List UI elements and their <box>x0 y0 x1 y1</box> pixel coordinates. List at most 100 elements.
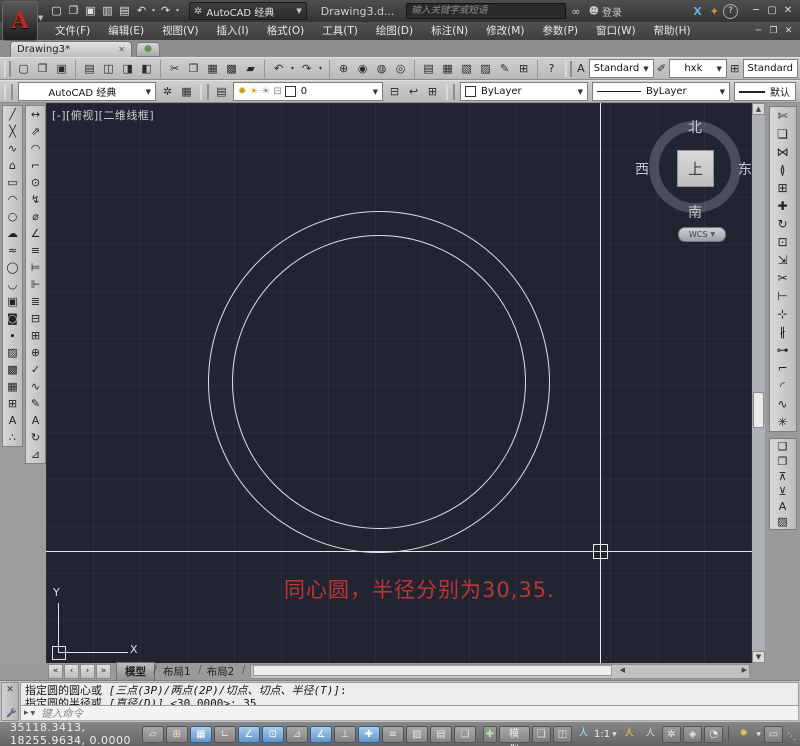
zoom-realtime-icon[interactable]: ◉ <box>353 60 372 78</box>
tab-layout1[interactable]: 布局1 <box>155 663 199 680</box>
search-icon[interactable]: ∞ <box>571 5 580 18</box>
compass-south[interactable]: 南 <box>688 202 702 222</box>
line-icon[interactable]: ╱ <box>3 106 22 123</box>
aligned-dimension-icon[interactable]: ⇗ <box>26 123 45 140</box>
menu-insert[interactable]: 插入(I) <box>207 22 257 40</box>
model-space-button[interactable]: 模型 <box>499 726 530 743</box>
layer-properties-icon[interactable]: ▤ <box>212 83 231 101</box>
linear-dimension-icon[interactable]: ↔ <box>26 106 45 123</box>
snap-toggle[interactable]: ⊞ <box>166 726 188 743</box>
send-to-back-icon[interactable]: ❐ <box>770 454 796 469</box>
spline-icon[interactable]: ≈ <box>3 242 22 259</box>
file-tab-drawing3[interactable]: Drawing3* ✕ <box>10 41 132 57</box>
quick-view-drawings-icon[interactable]: ◫ <box>553 726 572 743</box>
trim-icon[interactable]: ✂ <box>770 269 796 287</box>
chevron-down-icon[interactable]: ▼ <box>756 731 761 738</box>
isolate-objects-icon[interactable]: ◔ <box>704 726 723 743</box>
dimension-space-icon[interactable]: ≣ <box>26 293 45 310</box>
selection-cycling-toggle[interactable]: ❏ <box>454 726 476 743</box>
point-icon[interactable]: ∙ <box>3 327 22 344</box>
close-button[interactable]: ✕ <box>780 4 796 18</box>
layer-lock-icon[interactable]: ⊟ <box>273 86 281 97</box>
toolbar-grip[interactable] <box>446 84 455 100</box>
infer-constraints-toggle[interactable]: ▱ <box>142 726 164 743</box>
compass-north[interactable]: 北 <box>688 117 702 137</box>
tab-model[interactable]: 模型 <box>116 662 155 681</box>
circle-icon[interactable]: ○ <box>3 208 22 225</box>
annotation-visibility-icon[interactable]: 人 <box>620 726 639 743</box>
toolbar-grip[interactable] <box>4 61 11 77</box>
close-icon[interactable]: ✕ <box>118 45 125 54</box>
dimension-style-combo[interactable]: hxk ▼ <box>669 59 727 78</box>
customize-wrench-icon[interactable] <box>4 706 16 718</box>
chevron-down-icon[interactable]: ▼ <box>612 731 617 738</box>
hatch-icon[interactable]: ▨ <box>3 344 22 361</box>
markup-icon[interactable]: ✎ <box>495 60 514 78</box>
linetype-combo[interactable]: ByLayer ▼ <box>592 82 730 101</box>
vertical-scrollbar[interactable]: ▲ ▼ <box>752 103 765 663</box>
array-icon[interactable]: ⊞ <box>770 179 796 197</box>
help-icon[interactable]: ? <box>537 60 561 78</box>
print-preview-icon[interactable]: ◫ <box>99 60 118 78</box>
copy-icon[interactable]: ❏ <box>770 125 796 143</box>
arc-length-icon[interactable]: ◠ <box>26 140 45 157</box>
join-icon[interactable]: ⊶ <box>770 341 796 359</box>
stretch-icon[interactable]: ⇲ <box>770 251 796 269</box>
undo-icon[interactable]: ↶ <box>264 60 288 78</box>
dimension-style-icon[interactable]: ✐ <box>656 60 668 78</box>
inspection-icon[interactable]: ✓ <box>26 361 45 378</box>
publish-icon[interactable]: ◧ <box>137 60 156 78</box>
region-icon[interactable]: ▦ <box>3 378 22 395</box>
print-icon[interactable]: ▤ <box>116 3 133 19</box>
dimension-text-edit-icon[interactable]: A <box>26 412 45 429</box>
mtext-icon[interactable]: A <box>3 412 22 429</box>
text-style-icon[interactable]: A <box>575 60 587 78</box>
dimension-break-icon[interactable]: ⊟ <box>26 310 45 327</box>
lock-ui-icon[interactable]: ◈ <box>683 726 702 743</box>
rotate-icon[interactable]: ↻ <box>770 215 796 233</box>
command-history[interactable]: 指定圆的圆心或 [三点(3P)/两点(2P)/切点、切点、半径(T)]: 指定圆… <box>20 682 799 706</box>
copy-icon[interactable]: ❐ <box>184 60 203 78</box>
gradient-icon[interactable]: ▩ <box>3 361 22 378</box>
security-icon[interactable]: ✦ <box>710 5 719 18</box>
doc-restore-button[interactable]: ❐ <box>766 25 781 38</box>
maximize-button[interactable]: ▢ <box>764 4 780 18</box>
application-status-menu-icon[interactable]: ✹ <box>734 726 753 743</box>
save-icon[interactable]: ▣ <box>82 3 99 19</box>
print-icon[interactable]: ▤ <box>75 60 99 78</box>
text-to-front-icon[interactable]: A <box>770 499 796 514</box>
tolerance-icon[interactable]: ⊞ <box>26 327 45 344</box>
point-cloud-icon[interactable]: ∴ <box>3 429 22 446</box>
erase-icon[interactable]: ✄ <box>770 107 796 125</box>
menu-window[interactable]: 窗口(W) <box>587 22 645 40</box>
first-layout-button[interactable]: « <box>48 664 63 679</box>
paste-icon[interactable]: ▦ <box>203 60 222 78</box>
viewport-controls-label[interactable]: [-][俯视][二维线框] <box>52 107 154 123</box>
menu-dimension[interactable]: 标注(N) <box>422 22 477 40</box>
new-tab-button[interactable]: ● <box>136 42 160 57</box>
minimize-button[interactable]: ─ <box>748 4 764 18</box>
compass-east[interactable]: 东 <box>738 159 752 179</box>
table-style-icon[interactable]: ⊞ <box>729 60 741 78</box>
move-icon[interactable]: ✚ <box>770 197 796 215</box>
text-style-combo[interactable]: Standard ▼ <box>589 59 654 78</box>
layer-combo[interactable]: ✹ ☀ ☀ ⊟ 0 ▼ <box>233 82 383 101</box>
otrack-toggle[interactable]: ∡ <box>310 726 332 743</box>
pan-icon[interactable]: ⊕ <box>329 60 353 78</box>
menu-tools[interactable]: 工具(T) <box>313 22 367 40</box>
bring-above-icon[interactable]: ⊼ <box>770 469 796 484</box>
osnap3d-toggle[interactable]: ⊿ <box>286 726 308 743</box>
menu-format[interactable]: 格式(O) <box>258 22 313 40</box>
horizontal-scrollbar[interactable]: ◀ ▶ <box>250 664 750 679</box>
sheet-set-manager-icon[interactable]: ▨ <box>476 60 495 78</box>
menu-file[interactable]: 文件(F) <box>46 22 99 40</box>
insert-block-icon[interactable]: ▣ <box>3 293 22 310</box>
diameter-dimension-icon[interactable]: ⌀ <box>26 208 45 225</box>
break-at-point-icon[interactable]: ⊹ <box>770 305 796 323</box>
application-menu-arrow-icon[interactable]: ▼ <box>38 14 43 22</box>
next-layout-button[interactable]: › <box>80 664 95 679</box>
offset-icon[interactable]: ≬ <box>770 161 796 179</box>
doc-minimize-button[interactable]: ─ <box>751 25 766 38</box>
layer-freeze-viewport-icon[interactable]: ☀ <box>261 86 270 97</box>
dyn-toggle[interactable]: ✚ <box>358 726 380 743</box>
